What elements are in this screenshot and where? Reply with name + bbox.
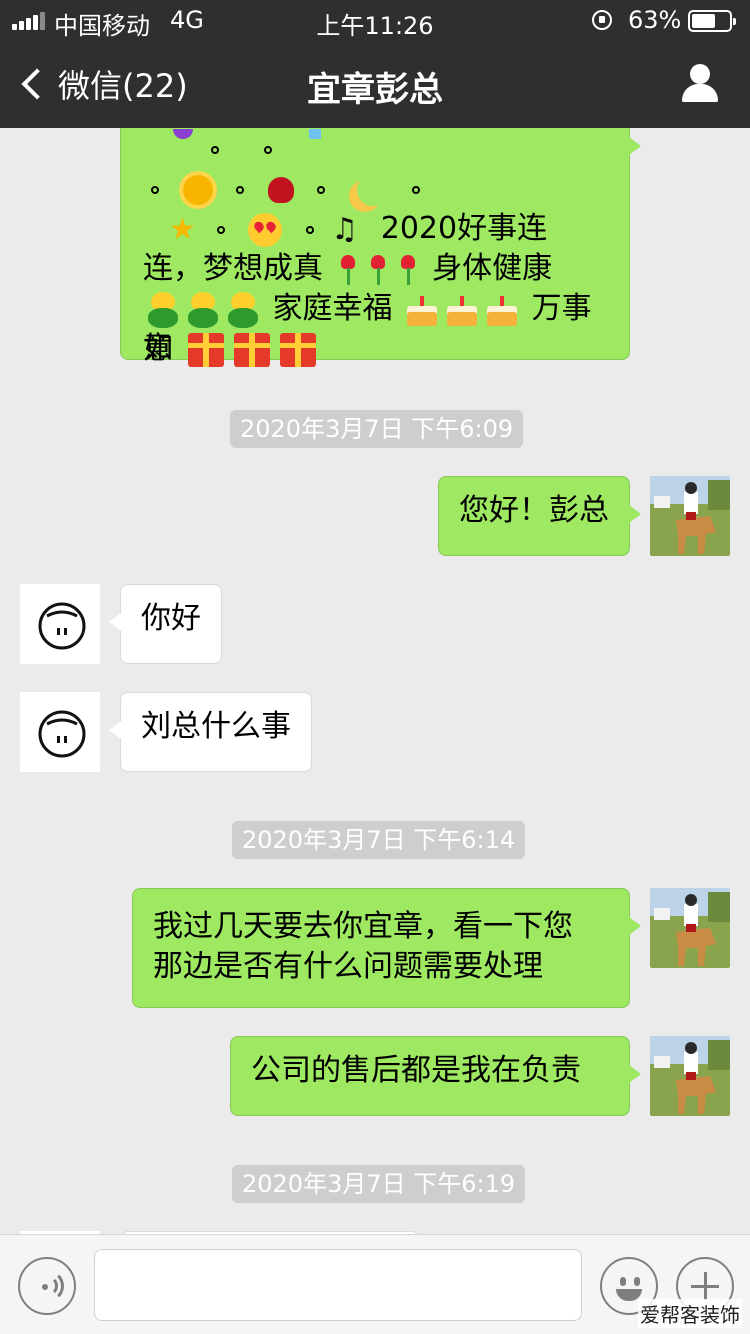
battery-icon xyxy=(688,10,736,32)
avatar-self[interactable] xyxy=(650,1036,730,1116)
avatar-self[interactable] xyxy=(650,476,730,556)
avatar-photo xyxy=(650,476,730,556)
tulip-icon xyxy=(337,254,359,285)
cake-icon xyxy=(445,294,479,326)
message-text: 家庭幸福 xyxy=(272,291,393,326)
message-text: 那边是否有什么问题需要处理 xyxy=(153,949,543,984)
star-icon: ★ xyxy=(169,211,196,247)
dot-icon xyxy=(151,185,159,194)
message-text: 我过几天要去你宜章，看一下您 xyxy=(153,909,573,944)
message-line: 意 xyxy=(143,329,607,369)
tulip-icon xyxy=(397,254,419,285)
dot-icon xyxy=(236,185,245,194)
battery-fill xyxy=(692,14,715,28)
message-input[interactable] xyxy=(94,1249,582,1321)
voice-button[interactable] xyxy=(18,1257,76,1315)
message-text: 2020好事连 xyxy=(380,211,548,246)
gift-icon xyxy=(187,332,224,367)
header: 中国移动 4G 上午11:26 63% 微信(22) 宜章彭总 xyxy=(0,0,750,128)
message-text: 连，梦想成真 xyxy=(143,251,323,286)
emoji-row-2 xyxy=(143,169,607,209)
dot-icon xyxy=(263,145,272,154)
input-bar: 爱帮客装饰 xyxy=(0,1234,750,1334)
message-line: ★ ♫ 2020好事连 xyxy=(143,209,607,249)
timestamp: 2020年3月7日 下午6:19 xyxy=(232,1165,526,1203)
message-bubble-outgoing[interactable]: 我过几天要去你宜章，看一下您 那边是否有什么问题需要处理 xyxy=(132,888,641,1008)
message-text: 意 xyxy=(143,331,173,366)
chat-title: 宜章彭总 xyxy=(307,70,443,110)
moon-icon xyxy=(357,174,389,206)
emoji-row-1 xyxy=(143,129,607,169)
timestamp: 2020年3月7日 下午6:14 xyxy=(232,821,526,859)
dot-icon xyxy=(216,225,225,234)
heart-eyes-icon xyxy=(248,212,283,247)
diamond-icon xyxy=(309,129,322,139)
dot-icon xyxy=(210,145,219,154)
rotation-lock-icon xyxy=(592,10,612,30)
message-line: 家庭幸福 万事如 xyxy=(143,289,607,366)
cake-icon xyxy=(485,294,519,326)
message-text: 身体健康 xyxy=(432,251,553,286)
avatar-self[interactable] xyxy=(650,888,730,968)
message-bubble-incoming[interactable]: 你好 xyxy=(109,584,222,664)
message-bubble-outgoing[interactable]: 您好！彭总 xyxy=(438,476,641,556)
avatar-contact[interactable] xyxy=(20,584,100,664)
chick-icon xyxy=(145,291,181,328)
chick-icon xyxy=(225,291,261,328)
message-bubble-greeting[interactable]: ★ ♫ 2020好事连 连，梦想成真 身体健康 家庭幸福 万事如 意 xyxy=(120,128,641,367)
avatar-contact[interactable] xyxy=(20,692,100,772)
dot-icon xyxy=(317,185,326,194)
dot-icon xyxy=(412,185,421,194)
status-bar: 中国移动 4G 上午11:26 63% xyxy=(0,0,750,40)
timestamp: 2020年3月7日 下午6:09 xyxy=(230,410,524,448)
contact-face-icon xyxy=(38,710,86,758)
battery-percent: 63% xyxy=(628,6,682,34)
avatar-photo xyxy=(650,1036,730,1116)
message-line: 连，梦想成真 身体健康 xyxy=(143,249,607,289)
message-bubble-incoming[interactable]: 刘总什么事 xyxy=(109,692,312,772)
gift-icon xyxy=(279,332,316,367)
sun-icon xyxy=(182,174,213,205)
avatar-photo xyxy=(650,888,730,968)
dot-icon xyxy=(305,225,314,234)
heart-icon xyxy=(173,129,193,139)
rose-icon xyxy=(267,176,294,203)
message-bubble-outgoing[interactable]: 公司的售后都是我在负责 xyxy=(230,1036,641,1116)
chick-icon xyxy=(185,291,221,328)
gift-icon xyxy=(233,332,270,367)
emoji-icon xyxy=(620,1277,626,1286)
chat-area[interactable]: ★ ♫ 2020好事连 连，梦想成真 身体健康 家庭幸福 万事如 意 2020年… xyxy=(0,128,750,1234)
watermark: 爱帮客装饰 xyxy=(638,1299,742,1328)
tulip-icon xyxy=(367,254,389,285)
contact-face-icon xyxy=(38,602,86,650)
profile-icon[interactable] xyxy=(680,64,720,104)
music-note-icon: ♫ xyxy=(331,211,359,247)
cake-icon xyxy=(405,294,439,326)
